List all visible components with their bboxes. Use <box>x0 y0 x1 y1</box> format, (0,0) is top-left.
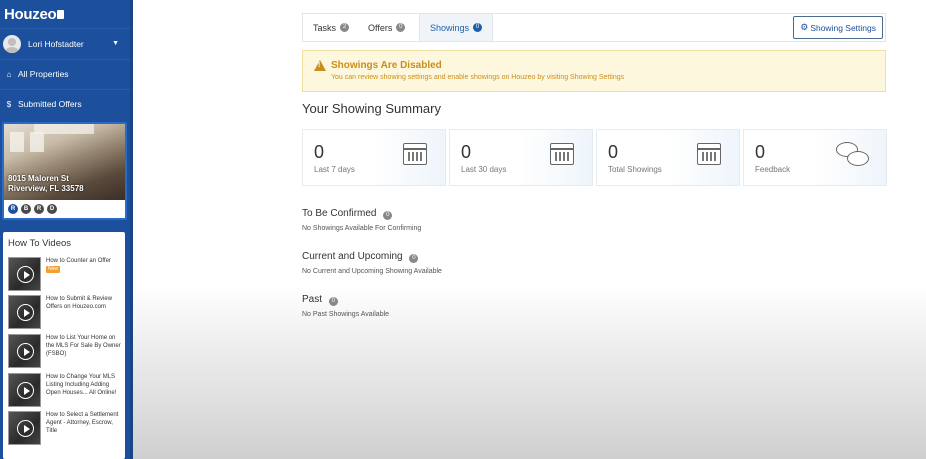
logo-text: Houzeo <box>4 5 57 23</box>
calendar-icon <box>403 143 427 165</box>
chat-bubbles-icon <box>836 142 870 168</box>
video-thumbnail <box>8 334 41 368</box>
stat-value: 0 <box>461 142 472 162</box>
sidebar-item-submitted-offers[interactable]: $ Submitted Offers <box>0 89 131 118</box>
tab-count-badge: 0 <box>396 23 406 32</box>
play-icon <box>17 266 34 283</box>
property-status-icons: R B R D <box>8 204 57 214</box>
play-icon <box>17 420 34 437</box>
tab-label: Showings <box>430 22 470 33</box>
section-empty-text: No Current and Upcoming Showing Availabl… <box>302 268 442 275</box>
video-thumbnail <box>8 295 41 329</box>
property-card[interactable]: 8015 Maloren St Riverview, FL 33578 R B … <box>2 122 127 220</box>
video-item[interactable]: How to Submit & Review Offers on Houzeo.… <box>8 295 123 329</box>
video-item[interactable]: How to Counter an Offer New <box>8 257 123 291</box>
sidebar-item-label: All Properties <box>18 69 69 79</box>
property-photo: 8015 Maloren St Riverview, FL 33578 <box>4 124 125 200</box>
stat-card-feedback: 0 Feedback <box>743 129 887 186</box>
gear-icon: ⚙ <box>800 22 809 32</box>
user-name: Lori Hofstadter <box>28 38 84 49</box>
section-title: To Be Confirmed <box>302 208 377 219</box>
property-address: 8015 Maloren St Riverview, FL 33578 <box>8 174 84 194</box>
home-icon: ⌂ <box>6 69 12 79</box>
sidebar-item-label: Submitted Offers <box>18 99 82 109</box>
summary-title: Your Showing Summary <box>302 101 441 116</box>
video-thumbnail <box>8 411 41 445</box>
play-icon <box>17 343 34 360</box>
tab-label: Offers <box>368 22 393 33</box>
stat-card-last-30-days: 0 Last 30 days <box>449 129 593 186</box>
tab-showings[interactable]: Showings 0 <box>419 14 494 41</box>
status-b-icon[interactable]: B <box>21 204 31 214</box>
video-title: How to Counter an Offer New <box>46 258 111 273</box>
video-thumbnail <box>8 257 41 291</box>
new-badge: New <box>46 266 61 273</box>
section-count-badge: 0 <box>383 211 393 220</box>
tab-label: Tasks <box>313 22 337 33</box>
status-r2-icon[interactable]: R <box>34 204 44 214</box>
calendar-icon <box>550 143 574 165</box>
tab-offers[interactable]: Offers 0 <box>368 14 406 41</box>
status-d-icon[interactable]: D <box>47 204 57 214</box>
logo-badge-icon <box>57 9 65 19</box>
calendar-check-icon <box>697 143 721 165</box>
address-line-1: 8015 Maloren St <box>8 174 69 183</box>
user-menu[interactable]: Lori Hofstadter ▼ <box>0 28 131 58</box>
sidebar-item-all-properties[interactable]: ⌂ All Properties <box>0 59 131 88</box>
videos-title: How To Videos <box>8 238 72 249</box>
video-thumbnail <box>8 373 41 407</box>
tab-count-badge: 0 <box>473 23 483 32</box>
houzeo-logo[interactable]: Houzeo <box>4 4 65 24</box>
section-empty-text: No Showings Available For Confirming <box>302 225 422 232</box>
video-item[interactable]: How to List Your Home on the MLS For Sal… <box>8 334 123 368</box>
stat-card-last-7-days: 0 Last 7 days <box>302 129 446 186</box>
video-item[interactable]: How to Change Your MLS Listing Including… <box>8 373 123 407</box>
stat-label: Last 30 days <box>461 165 507 174</box>
stat-card-total-showings: 0 Total Showings <box>596 129 740 186</box>
play-icon <box>17 382 34 399</box>
section-past: Past 0 <box>302 294 338 306</box>
video-title: How to Submit & Review Offers on Houzeo.… <box>46 296 113 310</box>
video-title: How to List Your Home on the MLS For Sal… <box>46 335 121 357</box>
section-current-upcoming: Current and Upcoming 0 <box>302 251 419 263</box>
dollar-icon: $ <box>6 99 12 109</box>
chevron-down-icon: ▼ <box>112 40 119 47</box>
address-line-2: Riverview, FL 33578 <box>8 184 84 193</box>
warning-mark: ! <box>318 62 321 69</box>
video-item[interactable]: How to Select a Settlement Agent - Attor… <box>8 411 123 445</box>
showings-disabled-alert: ! Showings Are Disabled You can review s… <box>302 50 886 92</box>
status-r-icon[interactable]: R <box>8 204 18 214</box>
section-count-badge: 0 <box>409 254 419 263</box>
sidebar-edge <box>130 0 133 459</box>
photo-window <box>30 132 44 152</box>
stat-label: Feedback <box>755 165 791 174</box>
video-title: How to Select a Settlement Agent - Attor… <box>46 412 119 434</box>
stat-label: Last 7 days <box>314 165 355 174</box>
alert-title: Showings Are Disabled <box>331 60 442 71</box>
stat-value: 0 <box>755 142 766 162</box>
photo-window <box>10 132 24 152</box>
stat-value: 0 <box>608 142 619 162</box>
alert-text: You can review showing settings and enab… <box>331 74 625 81</box>
stat-label: Total Showings <box>608 165 662 174</box>
section-title: Current and Upcoming <box>302 251 403 262</box>
section-to-be-confirmed: To Be Confirmed 0 <box>302 208 393 220</box>
tab-bar: Tasks 2 Offers 0 Showings 0 ⚙ Showing Se… <box>302 13 886 42</box>
section-count-badge: 0 <box>328 297 338 306</box>
video-title: How to Change Your MLS Listing Including… <box>46 374 117 396</box>
showing-settings-button[interactable]: ⚙ Showing Settings <box>793 16 883 39</box>
section-empty-text: No Past Showings Available <box>302 311 390 318</box>
avatar <box>3 34 21 53</box>
stat-value: 0 <box>314 142 325 162</box>
section-title: Past <box>302 294 323 305</box>
play-icon <box>17 304 34 321</box>
settings-button-label: Showing Settings <box>810 22 876 33</box>
how-to-videos-panel: How To Videos How to Counter an Offer Ne… <box>3 232 125 459</box>
tab-count-badge: 2 <box>340 23 350 32</box>
sidebar: Houzeo Lori Hofstadter ▼ ⌂ All Propertie… <box>0 0 133 459</box>
tab-tasks[interactable]: Tasks 2 <box>313 14 350 41</box>
